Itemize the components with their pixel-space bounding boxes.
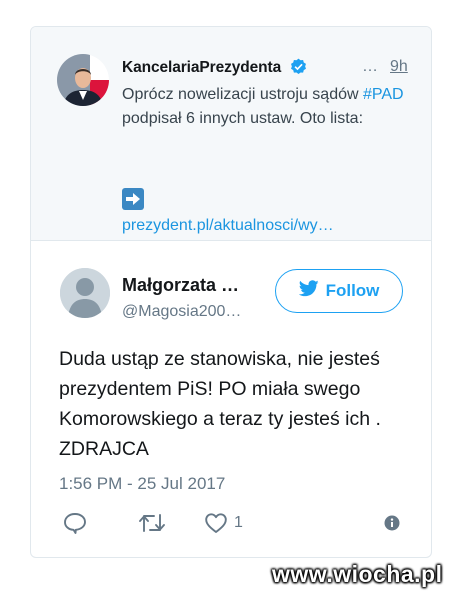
tweet-card: KancelariaPrezydenta … 9h Oprócz noweliz… — [30, 26, 432, 558]
like-icon — [205, 513, 227, 533]
quoted-author-avatar[interactable] — [57, 54, 109, 106]
reply-button[interactable] — [63, 512, 87, 534]
like-count: 1 — [234, 514, 243, 531]
quoted-author-name[interactable]: KancelariaPrezydenta — [122, 59, 281, 76]
follow-button-label: Follow — [325, 281, 380, 300]
default-avatar-icon — [60, 268, 110, 318]
reply-icon — [64, 513, 86, 534]
like-button[interactable]: 1 — [204, 512, 243, 534]
right-arrow-icon — [122, 188, 144, 210]
tweet-info-button[interactable] — [384, 512, 400, 534]
follow-button[interactable]: Follow — [275, 269, 403, 313]
quoted-tweet-text: Oprócz nowelizacji ustroju sądów #PAD po… — [122, 83, 412, 131]
quoted-tweet[interactable]: KancelariaPrezydenta … 9h Oprócz noweliz… — [31, 27, 431, 241]
president-portrait-icon — [57, 54, 109, 106]
quoted-tweet-header: KancelariaPrezydenta … 9h — [122, 58, 422, 80]
retweet-button[interactable] — [138, 512, 166, 534]
author-name[interactable]: Małgorzata … — [122, 275, 239, 296]
info-icon — [384, 515, 400, 531]
quoted-tweet-link[interactable]: prezydent.pl/aktualnosci/wy… — [122, 217, 334, 235]
quoted-text-end: podpisał 6 innych ustaw. Oto lista: — [122, 110, 364, 127]
author-avatar[interactable] — [60, 268, 110, 318]
quoted-tweet-time[interactable]: 9h — [390, 58, 408, 76]
quoted-text-start: Oprócz nowelizacji ustroju sądów — [122, 86, 363, 103]
name-truncation-ellipsis: … — [362, 58, 378, 75]
tweet-timestamp[interactable]: 1:56 PM - 25 Jul 2017 — [59, 474, 225, 494]
author-handle[interactable]: @Magosia200… — [122, 303, 241, 321]
tweet-text: Duda ustąp ze stanowiska, nie jesteś pre… — [59, 348, 381, 460]
tweet-actions: 1 — [59, 512, 404, 534]
retweet-icon — [139, 514, 165, 532]
twitter-bird-icon — [298, 280, 319, 302]
verified-badge-icon — [290, 58, 307, 80]
hashtag-link[interactable]: #PAD — [363, 86, 404, 103]
site-watermark: www.wiocha.pl — [272, 561, 443, 587]
